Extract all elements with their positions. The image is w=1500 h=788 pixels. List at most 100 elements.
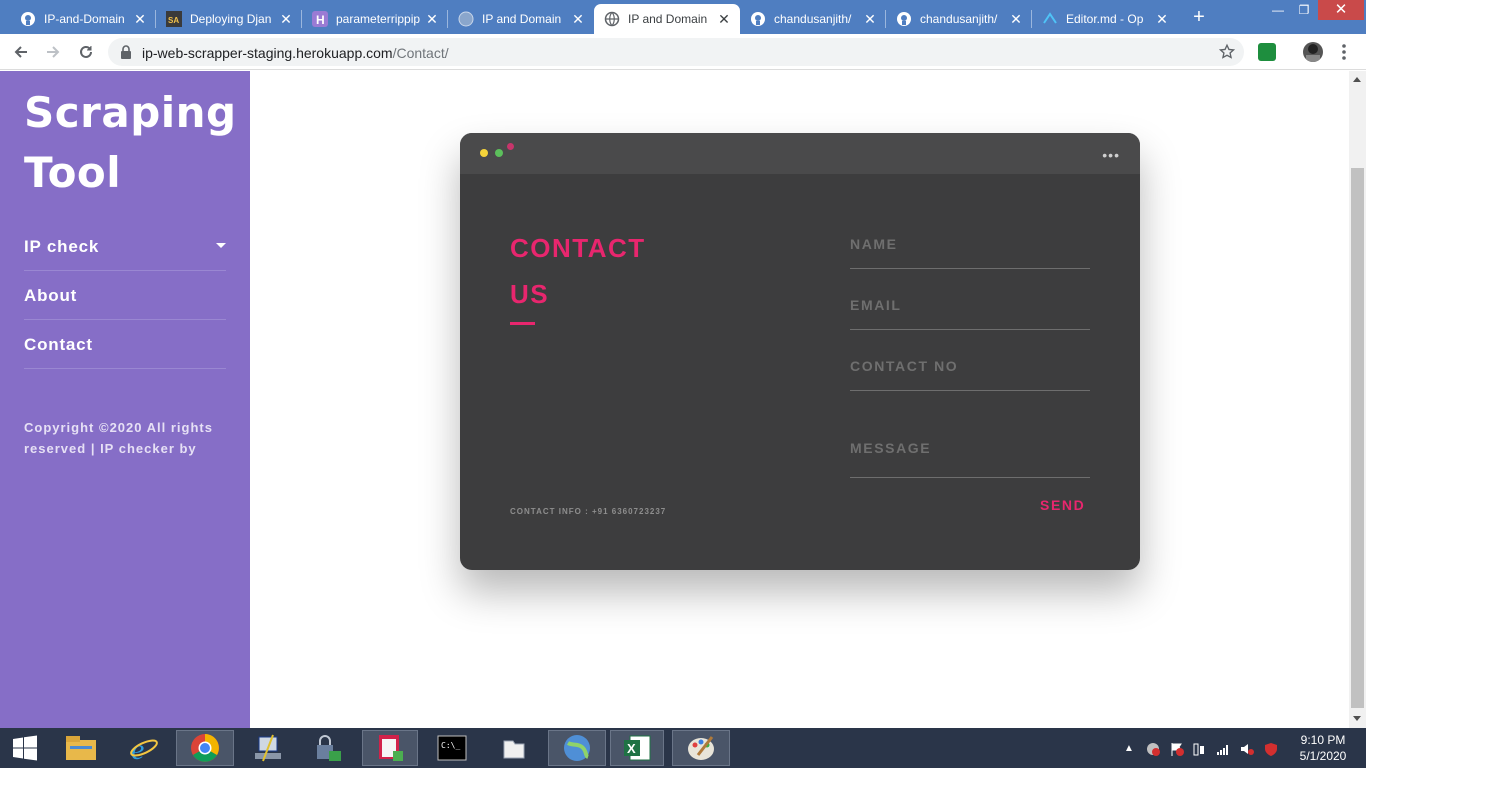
browser-tab[interactable]: chandusanjith/ ✕: [740, 4, 886, 34]
folder-icon[interactable]: [486, 730, 542, 766]
close-tab-icon[interactable]: ✕: [1008, 11, 1024, 27]
name-input[interactable]: [850, 236, 1090, 252]
email-field: [850, 297, 1090, 330]
back-icon[interactable]: [9, 40, 33, 64]
minimize-icon[interactable]: —: [1266, 0, 1290, 20]
yellow-dot-icon: [480, 149, 488, 157]
forward-icon[interactable]: [41, 40, 65, 64]
close-tab-icon[interactable]: ✕: [424, 11, 440, 27]
vertical-scrollbar[interactable]: [1349, 71, 1366, 728]
sidebar-item-label: IP check: [24, 237, 100, 256]
command-prompt-icon[interactable]: C:\_: [424, 730, 480, 766]
extension-icon[interactable]: [1258, 43, 1276, 61]
scroll-down-icon[interactable]: [1353, 716, 1361, 721]
shield-icon[interactable]: [1264, 742, 1278, 756]
restore-icon[interactable]: ❐: [1292, 0, 1316, 20]
sidebar-item-label: About: [24, 286, 78, 305]
sidebar-item-contact[interactable]: Contact: [24, 320, 226, 369]
sidebar-item-ip-check[interactable]: IP check: [24, 222, 226, 271]
browser-tab-active[interactable]: IP and Domain ✕: [594, 4, 740, 34]
svg-text:SA: SA: [168, 16, 179, 25]
sidebar: Scraping Tool IP check About Contact Cop…: [0, 71, 250, 728]
window-close-icon[interactable]: ✕: [1318, 0, 1364, 20]
editor-icon: [1042, 11, 1058, 27]
security-tool-icon[interactable]: [300, 730, 356, 766]
sidebar-item-about[interactable]: About: [24, 271, 226, 320]
bookmark-star-icon[interactable]: [1218, 43, 1236, 66]
message-field: [850, 440, 1090, 478]
tab-title: parameterrippip: [336, 12, 421, 26]
url-text[interactable]: ip-web-scrapper-staging.herokuapp.com/Co…: [142, 45, 449, 61]
email-input[interactable]: [850, 297, 1090, 313]
globe-app-icon[interactable]: [548, 730, 606, 766]
contact-card: ••• CONTACT US CONTACT INFO : +91 636072…: [460, 133, 1140, 570]
show-hidden-icons-icon[interactable]: ▲: [1124, 743, 1138, 757]
more-dots-icon[interactable]: •••: [1102, 147, 1120, 163]
power-icon[interactable]: [1192, 742, 1206, 756]
file-explorer-icon[interactable]: [53, 730, 109, 766]
new-tab-button[interactable]: +: [1188, 6, 1210, 28]
send-button[interactable]: SEND: [1040, 497, 1085, 513]
network-tool-icon[interactable]: [240, 730, 296, 766]
notepad-add-icon[interactable]: [362, 730, 418, 766]
profile-avatar[interactable]: [1303, 42, 1323, 62]
copyright-text: Copyright ©2020 All rights reserved | IP…: [24, 420, 213, 456]
page-viewport: Scraping Tool IP check About Contact Cop…: [0, 71, 1349, 728]
chrome-icon[interactable]: [176, 730, 234, 766]
contact-no-field: [850, 358, 1090, 391]
globe-icon: [458, 11, 474, 27]
close-tab-icon[interactable]: ✕: [278, 11, 294, 27]
browser-tab[interactable]: SA Deploying Djan ✕: [156, 4, 302, 34]
kebab-menu-icon[interactable]: [1336, 42, 1352, 62]
tab-title: IP and Domain: [482, 12, 562, 26]
browser-tab[interactable]: H parameterrippip ✕: [302, 4, 448, 34]
paint-icon[interactable]: [672, 730, 730, 766]
security-alert-icon[interactable]: [1146, 742, 1160, 756]
browser-tab[interactable]: Editor.md - Op ✕: [1032, 4, 1178, 34]
contact-info: CONTACT INFO : +91 6360723237: [510, 507, 667, 516]
excel-icon[interactable]: X: [610, 730, 664, 766]
browser-tab[interactable]: IP and Domain ✕: [448, 4, 594, 34]
red-dot-icon: [507, 143, 514, 150]
contact-no-input[interactable]: [850, 358, 1090, 374]
sa-icon: SA: [166, 11, 182, 27]
message-input[interactable]: [850, 440, 1090, 456]
internet-explorer-icon[interactable]: e: [116, 730, 172, 766]
sidebar-item-label: Contact: [24, 335, 93, 354]
reload-icon[interactable]: [74, 40, 98, 64]
lock-icon: [120, 45, 132, 64]
svg-text:H: H: [316, 13, 325, 27]
flag-alert-icon[interactable]: [1170, 742, 1184, 756]
scroll-up-icon[interactable]: [1353, 77, 1361, 82]
address-bar[interactable]: ip-web-scrapper-staging.herokuapp.com/Co…: [108, 38, 1244, 66]
close-tab-icon[interactable]: ✕: [132, 11, 148, 27]
clock-date: 5/1/2020: [1299, 749, 1347, 763]
windows-start-icon[interactable]: [0, 730, 50, 766]
network-signal-icon[interactable]: [1216, 742, 1230, 756]
site-brand[interactable]: Scraping Tool: [24, 83, 239, 203]
tab-title: chandusanjith/: [920, 12, 998, 26]
heading-line-1: CONTACT: [510, 233, 646, 263]
tab-title: Editor.md - Op: [1066, 12, 1144, 26]
browser-tab-strip: IP-and-Domain ✕ SA Deploying Djan ✕ H pa…: [0, 0, 1366, 34]
url-host: ip-web-scrapper-staging.herokuapp.com: [142, 45, 393, 61]
tab-title: IP and Domain: [628, 12, 708, 26]
github-icon: [896, 11, 912, 27]
browser-tab[interactable]: IP-and-Domain ✕: [10, 4, 156, 34]
windows-taskbar: e C:\_ X ▲ 9:10 PM 5/1/2020: [0, 728, 1366, 768]
svg-text:C:\_: C:\_: [441, 741, 460, 750]
screen: IP-and-Domain ✕ SA Deploying Djan ✕ H pa…: [0, 0, 1366, 768]
volume-muted-icon[interactable]: [1240, 742, 1254, 756]
close-tab-icon[interactable]: ✕: [1154, 11, 1170, 27]
caret-down-icon: [216, 243, 226, 248]
brand-line-2: Tool: [24, 148, 122, 197]
close-tab-icon[interactable]: ✕: [570, 11, 586, 27]
name-field: [850, 236, 1090, 269]
heading-underline: [510, 322, 535, 325]
scroll-thumb[interactable]: [1351, 168, 1364, 708]
clock[interactable]: 9:10 PM 5/1/2020: [1290, 732, 1356, 764]
svg-text:e: e: [131, 733, 144, 763]
close-tab-icon[interactable]: ✕: [862, 11, 878, 27]
browser-tab[interactable]: chandusanjith/ ✕: [886, 4, 1032, 34]
close-tab-icon[interactable]: ✕: [716, 11, 732, 27]
